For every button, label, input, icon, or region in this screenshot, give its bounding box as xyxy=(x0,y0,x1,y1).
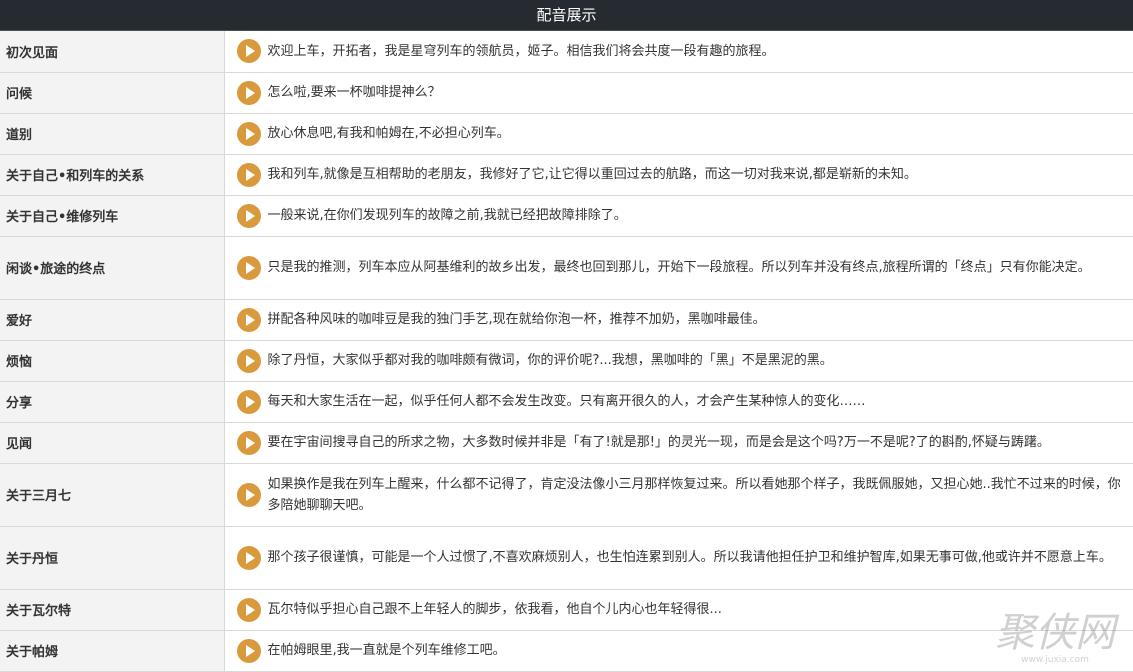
row-title: 道别 xyxy=(0,113,225,155)
voice-line-text: 欢迎上车，开拓者，我是星穹列车的领航员，姬子。相信我们将会共度一段有趣的旅程。 xyxy=(267,43,775,59)
row-title: 问候 xyxy=(0,72,225,114)
table-row: 问候 怎么啦,要来一杯咖啡提神么？ xyxy=(0,72,1133,114)
row-title: 见闻 xyxy=(0,422,225,464)
voice-line-text: 瓦尔特似乎担心自己跟不上年轻人的脚步，依我看，他自个儿内心也年轻得很... xyxy=(267,602,722,617)
play-icon[interactable] xyxy=(236,162,261,187)
row-title: 关于瓦尔特 xyxy=(0,589,225,631)
row-title: 关于丹恒 xyxy=(0,526,225,590)
table-header: 配音展示 xyxy=(0,0,1133,31)
row-line-cell: 我和列车,就像是互相帮助的老朋友，我修好了它,让它得以重回过去的航路，而这一切对… xyxy=(224,154,1133,196)
row-line-cell: 只是我的推测，列车本应从阿基维利的故乡出发，最终也回到那儿，开始下一段旅程。所以… xyxy=(224,236,1133,300)
row-line-cell: 欢迎上车，开拓者，我是星穹列车的领航员，姬子。相信我们将会共度一段有趣的旅程。 xyxy=(224,31,1133,73)
voice-line-text: 放心休息吧,有我和帕姆在,不必担心列车。 xyxy=(267,126,510,141)
voice-lines-table: 初次见面 欢迎上车，开拓者，我是星穹列车的领航员，姬子。相信我们将会共度一段有趣… xyxy=(0,31,1133,672)
row-title: 分享 xyxy=(0,381,225,423)
row-line-cell: 除了丹恒，大家似乎都对我的咖啡颇有微词，你的评价呢?...我想，黑咖啡的「黑」不… xyxy=(224,340,1133,382)
voice-line-text: 每天和大家生活在一起，似乎任何人都不会发生改变。只有离开很久的人，才会产生某种惊… xyxy=(267,394,866,409)
play-icon[interactable] xyxy=(236,389,261,414)
table-row: 闲谈•旅途的终点 只是我的推测，列车本应从阿基维利的故乡出发，最终也回到那儿，开… xyxy=(0,236,1133,300)
voice-line-text: 怎么啦,要来一杯咖啡提神么？ xyxy=(267,85,441,100)
table-row: 道别 放心休息吧,有我和帕姆在,不必担心列车。 xyxy=(0,113,1133,155)
play-icon[interactable] xyxy=(236,307,261,332)
row-title: 爱好 xyxy=(0,299,225,341)
row-line-cell: 放心休息吧,有我和帕姆在,不必担心列车。 xyxy=(224,113,1133,155)
row-line-cell: 拼配各种风味的咖啡豆是我的独门手艺,现在就给你泡一杯，推荐不加奶，黑咖啡最佳。 xyxy=(224,299,1133,341)
row-title: 关于三月七 xyxy=(0,463,225,527)
table-row: 关于瓦尔特 瓦尔特似乎担心自己跟不上年轻人的脚步，依我看，他自个儿内心也年轻得很… xyxy=(0,589,1133,631)
row-line-cell: 那个孩子很谨慎，可能是一个人过惯了,不喜欢麻烦别人，也生怕连累到别人。所以我请他… xyxy=(224,526,1133,590)
row-line-cell: 要在宇宙间搜寻自己的所求之物，大多数时候并非是「有了!就是那!」的灵光一现，而是… xyxy=(224,422,1133,464)
voice-line-text: 在帕姆眼里,我一直就是个列车维修工吧。 xyxy=(267,643,506,658)
play-icon[interactable] xyxy=(236,80,261,105)
voice-line-text: 我和列车,就像是互相帮助的老朋友，我修好了它,让它得以重回过去的航路，而这一切对… xyxy=(267,167,917,182)
table-row: 关于丹恒 那个孩子很谨慎，可能是一个人过惯了,不喜欢麻烦别人，也生怕连累到别人。… xyxy=(0,526,1133,590)
table-row: 关于自己•维修列车 一般来说,在你们发现列车的故障之前,我就已经把故障排除了。 xyxy=(0,195,1133,237)
voice-line-text: 那个孩子很谨慎，可能是一个人过惯了,不喜欢麻烦别人，也生怕连累到别人。所以我请他… xyxy=(267,550,1112,565)
row-title: 关于帕姆 xyxy=(0,630,225,672)
voice-line-text: 除了丹恒，大家似乎都对我的咖啡颇有微词，你的评价呢?...我想，黑咖啡的「黑」不… xyxy=(267,353,833,368)
play-icon[interactable] xyxy=(236,482,261,507)
row-line-cell: 每天和大家生活在一起，似乎任何人都不会发生改变。只有离开很久的人，才会产生某种惊… xyxy=(224,381,1133,423)
table-row: 见闻 要在宇宙间搜寻自己的所求之物，大多数时候并非是「有了!就是那!」的灵光一现… xyxy=(0,422,1133,464)
table-row: 关于帕姆 在帕姆眼里,我一直就是个列车维修工吧。 xyxy=(0,630,1133,672)
table-row: 分享 每天和大家生活在一起，似乎任何人都不会发生改变。只有离开很久的人，才会产生… xyxy=(0,381,1133,423)
row-line-cell: 在帕姆眼里,我一直就是个列车维修工吧。 xyxy=(224,630,1133,672)
row-title: 初次见面 xyxy=(0,31,225,73)
play-icon[interactable] xyxy=(236,255,261,280)
voice-line-text: 只是我的推测，列车本应从阿基维利的故乡出发，最终也回到那儿，开始下一段旅程。所以… xyxy=(267,260,1091,275)
voice-line-text: 如果换作是我在列车上醒来，什么都不记得了，肯定没法像小三月那样恢复过来。所以看她… xyxy=(267,476,1121,513)
play-icon[interactable] xyxy=(236,638,261,663)
voice-line-text: 拼配各种风味的咖啡豆是我的独门手艺,现在就给你泡一杯，推荐不加奶，黑咖啡最佳。 xyxy=(267,312,766,327)
voice-line-text: 要在宇宙间搜寻自己的所求之物，大多数时候并非是「有了!就是那!」的灵光一现，而是… xyxy=(267,435,1050,450)
play-icon[interactable] xyxy=(236,203,261,228)
table-row: 关于自己•和列车的关系 我和列车,就像是互相帮助的老朋友，我修好了它,让它得以重… xyxy=(0,154,1133,196)
row-title: 闲谈•旅途的终点 xyxy=(0,236,225,300)
row-title: 关于自己•和列车的关系 xyxy=(0,154,225,196)
play-icon[interactable] xyxy=(236,348,261,373)
play-icon[interactable] xyxy=(236,121,261,146)
row-line-cell: 如果换作是我在列车上醒来，什么都不记得了，肯定没法像小三月那样恢复过来。所以看她… xyxy=(224,463,1133,527)
play-icon[interactable] xyxy=(236,545,261,570)
table-row: 爱好 拼配各种风味的咖啡豆是我的独门手艺,现在就给你泡一杯，推荐不加奶，黑咖啡最… xyxy=(0,299,1133,341)
table-row: 初次见面 欢迎上车，开拓者，我是星穹列车的领航员，姬子。相信我们将会共度一段有趣… xyxy=(0,31,1133,73)
row-title: 关于自己•维修列车 xyxy=(0,195,225,237)
table-row: 烦恼 除了丹恒，大家似乎都对我的咖啡颇有微词，你的评价呢?...我想，黑咖啡的「… xyxy=(0,340,1133,382)
play-icon[interactable] xyxy=(236,597,261,622)
row-line-cell: 瓦尔特似乎担心自己跟不上年轻人的脚步，依我看，他自个儿内心也年轻得很... xyxy=(224,589,1133,631)
play-icon[interactable] xyxy=(236,39,261,64)
row-title: 烦恼 xyxy=(0,340,225,382)
page-title: 配音展示 xyxy=(536,6,597,24)
table-row: 关于三月七 如果换作是我在列车上醒来，什么都不记得了，肯定没法像小三月那样恢复过… xyxy=(0,463,1133,527)
play-icon[interactable] xyxy=(236,430,261,455)
row-line-cell: 一般来说,在你们发现列车的故障之前,我就已经把故障排除了。 xyxy=(224,195,1133,237)
voice-line-text: 一般来说,在你们发现列车的故障之前,我就已经把故障排除了。 xyxy=(267,208,627,223)
row-line-cell: 怎么啦,要来一杯咖啡提神么？ xyxy=(224,72,1133,114)
